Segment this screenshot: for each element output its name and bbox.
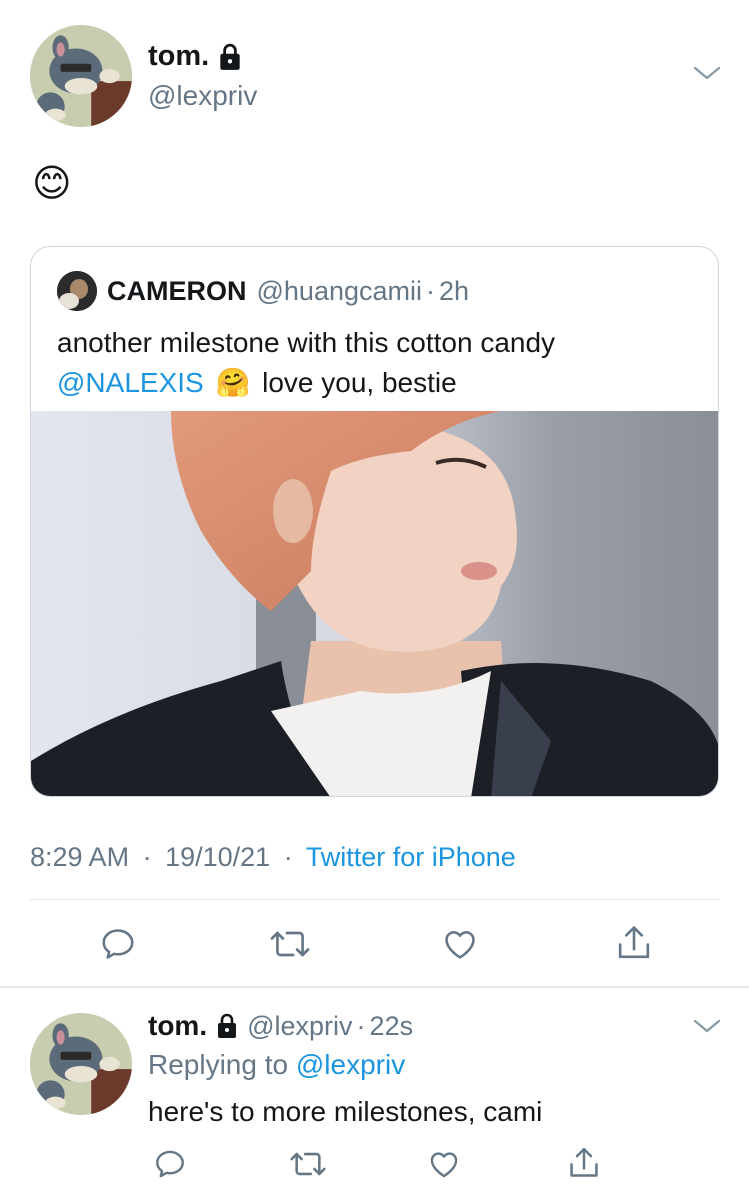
- reply-reply-button[interactable]: [150, 1144, 190, 1184]
- lock-icon: [220, 43, 240, 70]
- tweet-body: 😊: [32, 163, 72, 205]
- retweet-icon: [270, 931, 310, 957]
- quoted-text-rest: love you, bestie: [262, 367, 457, 398]
- meta-sep-1: ·: [142, 842, 152, 872]
- reply-author-name[interactable]: tom.: [148, 1010, 207, 1042]
- reply-button[interactable]: [96, 922, 140, 966]
- divider-meta: [30, 899, 719, 900]
- like-icon: [445, 931, 475, 959]
- reply-like-icon: [430, 1152, 458, 1178]
- reply-share-button[interactable]: [564, 1142, 604, 1184]
- share-icon: [618, 926, 650, 959]
- replying-to-line: Replying to @lexpriv: [148, 1049, 405, 1081]
- like-button[interactable]: [438, 922, 482, 966]
- replying-to-handle[interactable]: @lexpriv: [296, 1049, 405, 1080]
- reply-cartoon-cat-avatar-image: [30, 1013, 132, 1115]
- mention-link[interactable]: @NALEXIS: [57, 367, 204, 398]
- reply-author-handle: @lexpriv · 22s: [247, 1011, 413, 1042]
- tweet-date: 19/10/21: [165, 842, 271, 872]
- reply-icon: [102, 929, 134, 959]
- share-button[interactable]: [612, 920, 656, 966]
- quoted-tweet-photo[interactable]: [31, 411, 718, 796]
- divider-thread: [0, 986, 749, 988]
- reply-body: here's to more milestones, cami: [148, 1096, 543, 1127]
- reply-header: tom. @lexpriv · 22s: [148, 1010, 413, 1042]
- cartoon-cat-avatar-image: [30, 25, 132, 127]
- reply-reply-icon: [156, 1150, 184, 1178]
- hugging-emoji: 🤗: [215, 367, 251, 398]
- author-avatar[interactable]: [30, 25, 132, 127]
- tweet-time: 8:29 AM: [30, 842, 130, 872]
- author-name[interactable]: tom.: [148, 40, 209, 73]
- quoted-avatar-image: [57, 271, 97, 311]
- quoted-text-line1: another milestone with this cotton candy: [57, 327, 556, 358]
- quoted-time: 2h: [439, 275, 470, 306]
- quoted-tweet-card[interactable]: CAMERON @huangcamii · 2h another milestone…: [30, 246, 719, 797]
- quoted-author-name: CAMERON: [107, 275, 247, 306]
- quoted-tweet-text: another milestone with this cotton candy…: [57, 323, 697, 403]
- replying-to-label: Replying to: [148, 1049, 289, 1080]
- tweet-meta: 8:29 AM · 19/10/21 · Twitter for iPhone: [30, 842, 516, 873]
- portrait-photo: [31, 411, 718, 796]
- reply-like-button[interactable]: [424, 1144, 464, 1184]
- reply-time: 22s: [369, 1010, 414, 1041]
- quoted-tweet-header: CAMERON @huangcamii · 2h: [57, 271, 469, 311]
- author-name-row: tom.: [148, 40, 243, 73]
- quoted-handle-text: @huangcamii: [256, 275, 423, 306]
- author-handle[interactable]: @lexpriv: [148, 80, 257, 112]
- reply-retweet-icon: [290, 1152, 326, 1176]
- tweet-source-link[interactable]: Twitter for iPhone: [306, 842, 516, 872]
- retweet-button[interactable]: [265, 922, 315, 966]
- reply-lock-icon: [218, 1013, 237, 1038]
- reply-menu-button[interactable]: [692, 1016, 722, 1041]
- reply-chevron-down-icon: [693, 1019, 721, 1033]
- quoted-author-avatar: [57, 271, 97, 311]
- reply-retweet-button[interactable]: [285, 1144, 331, 1184]
- tweet-menu-button[interactable]: [692, 63, 722, 88]
- quoted-text-line2: @NALEXIS 🤗 love you, bestie: [57, 363, 697, 403]
- reply-share-icon: [570, 1147, 598, 1177]
- meta-sep-2: ·: [283, 842, 293, 872]
- quoted-author-handle: @huangcamii · 2h: [257, 276, 470, 307]
- quoted-separator: ·: [426, 275, 435, 306]
- reply-author-avatar[interactable]: [30, 1013, 132, 1115]
- reply-separator: ·: [356, 1010, 366, 1041]
- reply-handle-text[interactable]: @lexpriv: [247, 1011, 352, 1041]
- chevron-down-icon: [693, 66, 721, 80]
